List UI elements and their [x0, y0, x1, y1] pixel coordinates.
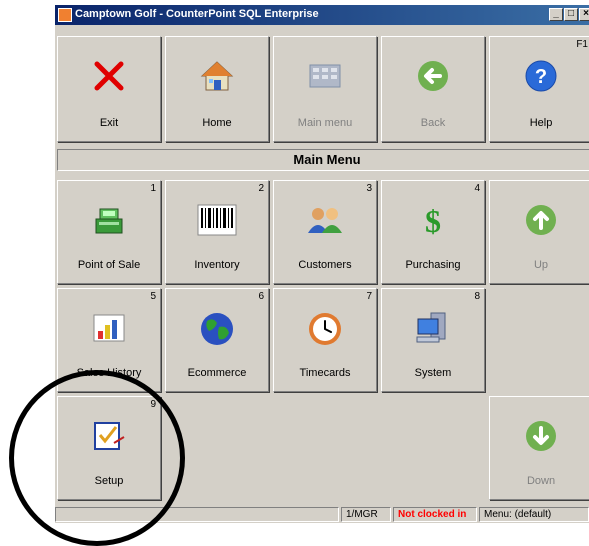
customers-icon — [308, 208, 342, 233]
up-button[interactable]: Up — [489, 180, 589, 284]
menu-item-number: 2 — [258, 183, 264, 194]
menu-item-label: Setup — [94, 475, 124, 487]
exit-x-icon — [94, 61, 124, 91]
help-label: Help — [529, 117, 553, 129]
menu-item-ecommerce[interactable]: 6 Ecommerce — [165, 288, 269, 392]
menu-item-label: Timecards — [299, 367, 351, 379]
status-menu: Menu: (default) — [479, 507, 589, 522]
down-button[interactable]: Down — [489, 396, 589, 500]
back-arrow-icon — [418, 61, 448, 91]
menu-item-point-of-sale[interactable]: 1 Point of Sale — [57, 180, 161, 284]
status-clock: Not clocked in — [393, 507, 477, 522]
up-label: Up — [533, 259, 549, 271]
title-bar: Camptown Golf - CounterPoint SQL Enterpr… — [55, 5, 589, 25]
down-label: Down — [526, 475, 556, 487]
status-panel-empty — [55, 507, 339, 522]
status-bar: 1/MGR Not clocked in Menu: (default) — [55, 505, 589, 523]
menu-item-sales-history[interactable]: 5 Sales History — [57, 288, 161, 392]
menu-item-label: Customers — [298, 259, 352, 271]
menu-item-label: System — [414, 367, 452, 379]
up-arrow-icon — [526, 205, 556, 235]
menu-item-label: Point of Sale — [77, 259, 141, 271]
page-title: Main Menu — [57, 149, 589, 171]
back-button[interactable]: Back — [381, 36, 485, 142]
menu-item-label: Sales History — [76, 367, 142, 379]
svg-text:$: $ — [425, 203, 441, 237]
menu-item-purchasing[interactable]: 4 $ Purchasing — [381, 180, 485, 284]
help-icon: ? — [525, 60, 557, 92]
menu-item-inventory[interactable]: 2 Inventory — [165, 180, 269, 284]
chart-icon — [93, 314, 125, 342]
main-menu-label: Main menu — [297, 117, 353, 129]
home-button[interactable]: Home — [165, 36, 269, 142]
close-button[interactable]: × — [579, 8, 589, 21]
exit-button[interactable]: Exit — [57, 36, 161, 142]
main-menu-button[interactable]: Main menu — [273, 36, 377, 142]
menu-item-number: 1 — [150, 183, 156, 194]
exit-label: Exit — [99, 117, 119, 129]
back-label: Back — [420, 117, 446, 129]
home-label: Home — [202, 117, 232, 129]
computer-icon — [416, 312, 446, 343]
clock-icon — [309, 313, 341, 345]
menu-item-number: 7 — [366, 291, 372, 302]
svg-text:?: ? — [535, 66, 547, 88]
menu-item-number: 5 — [150, 291, 156, 302]
help-shortcut: F1 — [576, 39, 588, 50]
down-arrow-icon — [526, 421, 556, 451]
home-icon — [200, 61, 234, 91]
menu-item-setup[interactable]: 9 Setup — [57, 396, 161, 500]
menu-item-number: 9 — [150, 399, 156, 410]
menu-item-system[interactable]: 8 System — [381, 288, 485, 392]
status-user: 1/MGR — [341, 507, 391, 522]
menu-item-label: Ecommerce — [187, 367, 247, 379]
maximize-button[interactable]: □ — [564, 8, 578, 21]
app-window: Camptown Golf - CounterPoint SQL Enterpr… — [55, 5, 589, 523]
menu-item-number: 6 — [258, 291, 264, 302]
menu-item-number: 3 — [366, 183, 372, 194]
barcode-icon — [197, 204, 237, 236]
help-button[interactable]: F1 ? Help — [489, 36, 589, 142]
menu-item-customers[interactable]: 3 Customers — [273, 180, 377, 284]
menu-item-number: 4 — [474, 183, 480, 194]
minimize-button[interactable]: _ — [549, 8, 563, 21]
main-menu-icon — [309, 64, 341, 88]
menu-item-timecards[interactable]: 7 Timecards — [273, 288, 377, 392]
menu-item-label: Inventory — [194, 259, 240, 271]
cash-register-icon — [95, 208, 123, 234]
menu-item-number: 8 — [474, 291, 480, 302]
app-icon — [58, 8, 72, 22]
menu-item-label: Purchasing — [405, 259, 461, 271]
dollar-icon: $ — [425, 203, 441, 237]
setup-checklist-icon — [94, 422, 125, 450]
window-title: Camptown Golf - CounterPoint SQL Enterpr… — [75, 8, 319, 20]
globe-icon — [201, 313, 233, 345]
